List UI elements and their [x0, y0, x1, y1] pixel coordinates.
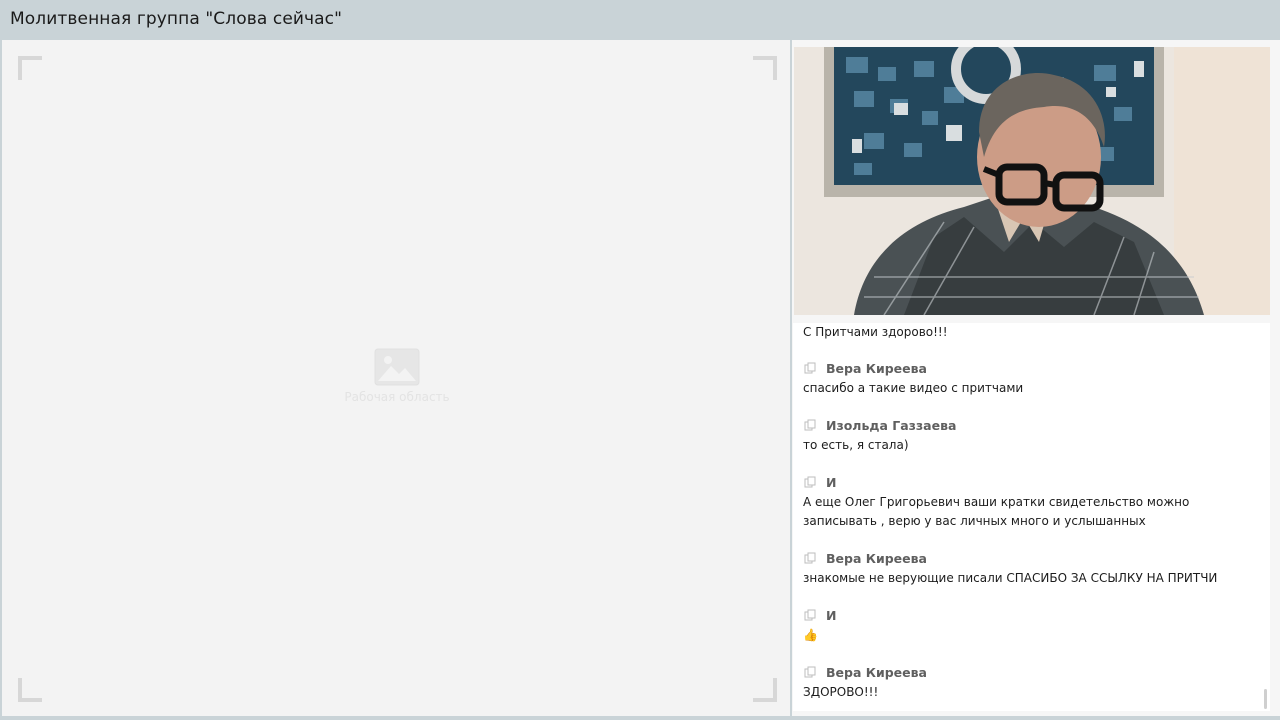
corner-marker-bottom-right [753, 678, 777, 702]
video-frame [794, 47, 1270, 315]
chat-messages[interactable]: С Притчами здорово!!! Вера Киреева спаси… [793, 323, 1270, 711]
title-bar: Молитвенная группа "Слова сейчас" [0, 0, 1280, 40]
workspace-area[interactable]: Рабочая область [2, 40, 790, 716]
chat-message: Вера Киреева ЗДОРОВО!!! [803, 663, 1256, 702]
chat-message: Изольда Газзаева то есть, я стала) [803, 416, 1256, 455]
copy-icon[interactable] [803, 608, 817, 622]
right-panel: С Притчами здорово!!! Вера Киреева спаси… [792, 40, 1280, 720]
workspace-placeholder-label: Рабочая область [344, 390, 450, 404]
chat-message: Вера Киреева спасибо а такие видео с при… [803, 359, 1256, 398]
chat-message: С Притчами здорово!!! [803, 323, 1256, 342]
chat-author: И [826, 474, 837, 490]
chat-author: Вера Киреева [826, 550, 927, 566]
chat-message: И А еще Олег Григорьевич ваши кратки сви… [803, 473, 1256, 531]
chat-message-text: то есть, я стала) [803, 438, 909, 452]
image-icon [374, 348, 420, 386]
copy-icon[interactable] [803, 551, 817, 565]
chat-scrollbar[interactable] [1264, 689, 1267, 709]
corner-marker-top-left [18, 56, 42, 80]
copy-icon[interactable] [803, 475, 817, 489]
chat-author: И [826, 607, 837, 623]
chat-message: И 👍 [803, 606, 1256, 645]
chat-author: Вера Киреева [826, 360, 927, 376]
copy-icon[interactable] [803, 665, 817, 679]
corner-marker-top-right [753, 56, 777, 80]
chat-author: Вера Киреева [826, 664, 927, 680]
webcam-video[interactable] [794, 47, 1270, 315]
workspace-placeholder: Рабочая область [332, 348, 462, 404]
copy-icon[interactable] [803, 361, 817, 375]
window-title: Молитвенная группа "Слова сейчас" [10, 9, 343, 29]
chat-message-text: С Притчами здорово!!! [803, 325, 948, 339]
thumbs-up-emoji: 👍 [803, 628, 818, 642]
chat-message-text: ЗДОРОВО!!! [803, 685, 879, 699]
chat-message-text: знакомые не верующие писали СПАСИБО ЗА С… [803, 571, 1218, 585]
bottom-edge [0, 716, 1280, 720]
chat-panel[interactable]: С Притчами здорово!!! Вера Киреева спаси… [793, 323, 1270, 711]
corner-marker-bottom-left [18, 678, 42, 702]
copy-icon[interactable] [803, 418, 817, 432]
chat-message: Вера Киреева знакомые не верующие писали… [803, 549, 1256, 588]
chat-message-text: спасибо а такие видео с притчами [803, 381, 1024, 395]
chat-author: Изольда Газзаева [826, 417, 957, 433]
chat-message-text: А еще Олег Григорьевич ваши кратки свиде… [803, 495, 1190, 528]
